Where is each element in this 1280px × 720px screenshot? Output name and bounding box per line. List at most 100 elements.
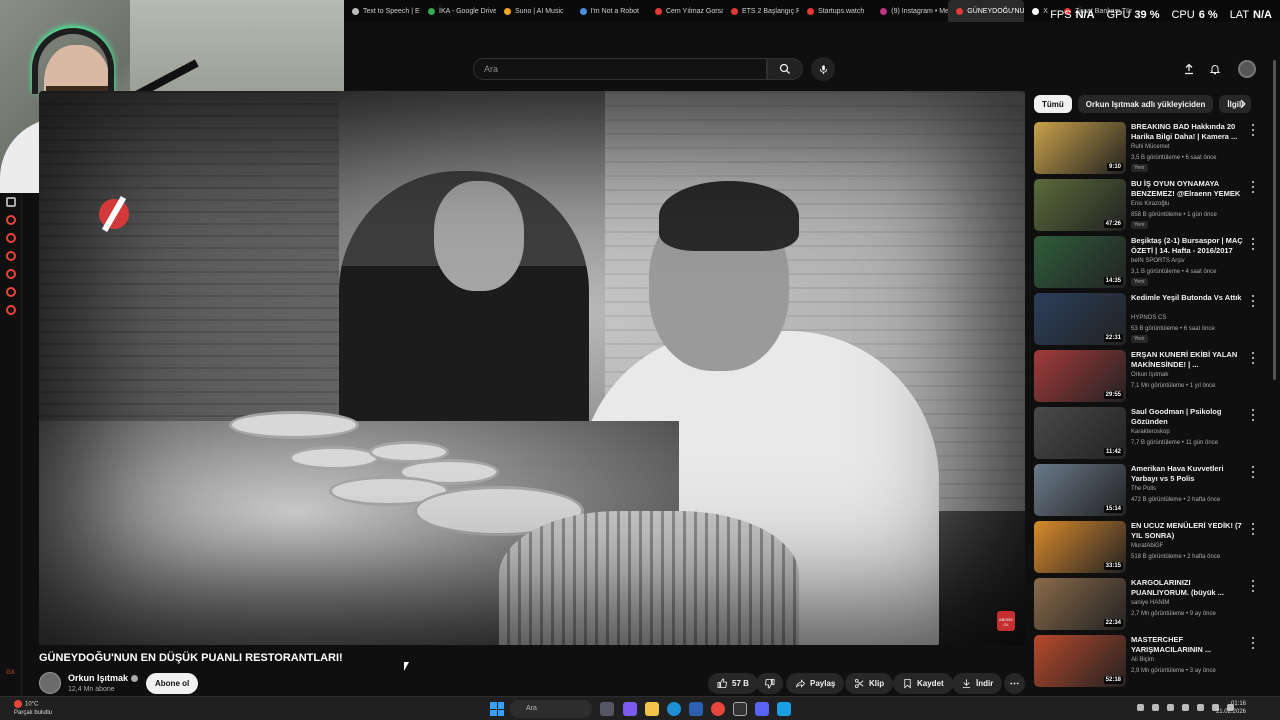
more-vertical-icon[interactable] xyxy=(1250,466,1256,478)
filter-chip[interactable]: Orkun Işıtmak adlı yükleyiciden xyxy=(1077,95,1214,113)
upload-button[interactable] xyxy=(1180,60,1198,78)
rec-title[interactable]: BREAKING BAD Hakkında 20 Harika Bilgi Da… xyxy=(1131,122,1243,142)
taskbar-app-obs[interactable] xyxy=(733,702,747,716)
rec-title[interactable]: MASTERCHEF YARIŞMACILARININ ... xyxy=(1131,635,1243,655)
like-button[interactable]: 57 B xyxy=(708,673,758,694)
subscribe-watermark[interactable]: ABONE OL xyxy=(997,611,1015,631)
rec-title[interactable]: Saul Goodman | Psikolog Gözünden xyxy=(1131,407,1243,427)
record-icon[interactable] xyxy=(5,215,16,225)
browser-tab[interactable]: Suno | AI Music xyxy=(496,0,572,22)
subscribe-button[interactable]: Abone ol xyxy=(146,673,199,694)
browser-tab[interactable]: Startups.watch xyxy=(799,0,872,22)
rec-channel[interactable]: Ali Biçim xyxy=(1131,657,1154,663)
rec-channel[interactable]: Karakteroskop xyxy=(1131,429,1170,435)
recommended-video[interactable]: 29:55 ERŞAN KUNERİ EKİBİ YALAN MAKİNESİND… xyxy=(1034,350,1260,402)
tray-app-icon[interactable] xyxy=(1167,704,1174,711)
recommended-video[interactable]: 22:34 KARGOLARINIZI PUANLIYORUM. (büyük .… xyxy=(1034,578,1260,630)
recommended-video[interactable]: 33:15 EN UCUZ MENÜLERİ YEDİK! (7 YIL SONR… xyxy=(1034,521,1260,573)
more-vertical-icon[interactable] xyxy=(1250,523,1256,535)
rec-channel[interactable]: Ruhi Mücemet xyxy=(1131,144,1170,150)
tray-app-icon[interactable] xyxy=(1152,704,1159,711)
dislike-button[interactable] xyxy=(756,673,783,694)
more-vertical-icon[interactable] xyxy=(1250,352,1256,364)
taskbar-app-copilot[interactable] xyxy=(623,702,637,716)
taskbar-app-widgets[interactable] xyxy=(600,702,614,716)
music-icon[interactable] xyxy=(5,251,16,261)
channel-avatar[interactable] xyxy=(39,672,61,694)
video-thumbnail[interactable]: 47:26 xyxy=(1034,179,1126,231)
rec-title[interactable]: EN UCUZ MENÜLERİ YEDİK! (7 YIL SONRA) xyxy=(1131,521,1243,541)
video-thumbnail[interactable]: 15:14 xyxy=(1034,464,1126,516)
start-button[interactable] xyxy=(490,702,504,716)
video-thumbnail[interactable]: 14:35 xyxy=(1034,236,1126,288)
recommended-video[interactable]: 14:35 Beşiktaş (2-1) Bursaspor | MAÇ ÖZET… xyxy=(1034,236,1260,288)
discord-icon[interactable] xyxy=(5,197,16,207)
more-actions-button[interactable] xyxy=(1004,673,1025,694)
browser-tab[interactable]: ETS 2 Başlangıç R xyxy=(723,0,799,22)
taskbar-search[interactable]: Ara xyxy=(510,700,592,718)
video-thumbnail[interactable]: 11:42 xyxy=(1034,407,1126,459)
filter-chip[interactable]: Tümü xyxy=(1034,95,1072,113)
tray-chevron-icon[interactable] xyxy=(1137,704,1144,711)
video-thumbnail[interactable]: 9:10 xyxy=(1034,122,1126,174)
video-player[interactable]: ABONE OL xyxy=(39,91,1025,645)
rec-title[interactable]: Beşiktaş (2-1) Bursaspor | MAÇ ÖZETİ | 1… xyxy=(1131,236,1243,256)
recommended-video[interactable]: 22:31 Kedimle Yeşil Butonda Vs Attık HYPNO… xyxy=(1034,293,1260,345)
tray-app-icon[interactable] xyxy=(1182,704,1189,711)
weather-widget[interactable]: 10°C Parçalı bulutlu xyxy=(14,700,52,717)
rec-title[interactable]: BU İŞ OYUN OYNAMAYA BENZEMEZ! @Elraenn Y… xyxy=(1131,179,1243,199)
video-thumbnail[interactable]: 52:18 xyxy=(1034,635,1126,687)
page-scrollbar[interactable] xyxy=(1273,60,1276,380)
more-vertical-icon[interactable] xyxy=(1250,580,1256,592)
video-thumbnail[interactable]: 22:34 xyxy=(1034,578,1126,630)
chat-icon[interactable] xyxy=(5,287,16,297)
search-button[interactable] xyxy=(767,58,803,80)
play-icon[interactable] xyxy=(5,233,16,243)
clip-button[interactable]: Klip xyxy=(845,673,894,694)
browser-tab[interactable]: Cem Yılmaz Gorsa xyxy=(647,0,723,22)
network-icon[interactable] xyxy=(1197,704,1204,711)
taskbar-app-discord[interactable] xyxy=(755,702,769,716)
settings-icon[interactable] xyxy=(5,305,16,315)
clock-icon[interactable] xyxy=(5,269,16,279)
taskbar-app-store[interactable] xyxy=(689,702,703,716)
browser-tab[interactable]: I'm Not a Robot xyxy=(572,0,647,22)
channel-name[interactable]: Orkun Işıtmak xyxy=(68,673,139,683)
browser-tab[interactable]: Text to Speech | El xyxy=(344,0,420,22)
video-thumbnail[interactable]: 29:55 xyxy=(1034,350,1126,402)
taskbar-app-opera[interactable] xyxy=(711,702,725,716)
more-vertical-icon[interactable] xyxy=(1250,181,1256,193)
rec-title[interactable]: Kedimle Yeşil Butonda Vs Attık xyxy=(1131,293,1243,303)
recommended-video[interactable]: 52:18 MASTERCHEF YARIŞMACILARININ ... Ali … xyxy=(1034,635,1260,687)
rec-channel[interactable]: MuratAbiGF xyxy=(1131,543,1163,549)
download-button[interactable]: İndir xyxy=(952,673,1003,694)
more-vertical-icon[interactable] xyxy=(1250,637,1256,649)
more-vertical-icon[interactable] xyxy=(1250,295,1256,307)
rec-channel[interactable]: HYPNOS CS xyxy=(1131,315,1166,321)
taskbar-app-edge[interactable] xyxy=(667,702,681,716)
search-input[interactable]: Ara xyxy=(473,58,767,80)
rec-channel[interactable]: Enis Kirazoğlu xyxy=(1131,201,1169,207)
account-avatar[interactable] xyxy=(1238,60,1256,78)
browser-tab[interactable]: İKA - Google Drive xyxy=(420,0,496,22)
video-thumbnail[interactable]: 22:31 xyxy=(1034,293,1126,345)
share-button[interactable]: Paylaş xyxy=(786,673,845,694)
rec-channel[interactable]: beIN SPORTS Arşiv xyxy=(1131,258,1185,264)
rec-title[interactable]: KARGOLARINIZI PUANLIYORUM. (büyük ... xyxy=(1131,578,1243,598)
clock[interactable]: 01:16 21.02.2026 xyxy=(1216,700,1246,716)
video-thumbnail[interactable]: 33:15 xyxy=(1034,521,1126,573)
more-vertical-icon[interactable] xyxy=(1250,238,1256,250)
more-vertical-icon[interactable] xyxy=(1250,409,1256,421)
recommended-video[interactable]: 15:14 Amerikan Hava Kuvvetleri Yarbayı vs… xyxy=(1034,464,1260,516)
recommended-video[interactable]: 9:10 BREAKING BAD Hakkında 20 Harika Bilg… xyxy=(1034,122,1260,174)
more-vertical-icon[interactable] xyxy=(1250,124,1256,136)
save-button[interactable]: Kaydet xyxy=(893,673,953,694)
rec-channel[interactable]: The Polis xyxy=(1131,486,1156,492)
rec-title[interactable]: Amerikan Hava Kuvvetleri Yarbayı vs 5 Po… xyxy=(1131,464,1243,484)
browser-tab[interactable]: GÜNEYDOĞU'NUN EN xyxy=(948,0,1025,22)
rec-channel[interactable]: saniye HANIM xyxy=(1131,600,1169,606)
rec-title[interactable]: ERŞAN KUNERİ EKİBİ YALAN MAKİNESİNDE! | … xyxy=(1131,350,1243,370)
notifications-button[interactable] xyxy=(1206,60,1224,78)
chips-next-button[interactable] xyxy=(1236,95,1250,113)
channel-name-text[interactable]: Orkun Işıtmak xyxy=(68,673,128,683)
